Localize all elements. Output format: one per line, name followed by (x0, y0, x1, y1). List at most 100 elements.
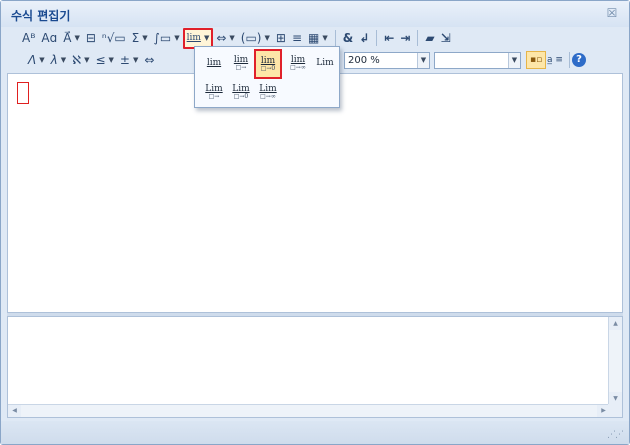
title-bar[interactable]: 수식 편집기 ☒ (1, 1, 629, 27)
text-icon: Aɑ (41, 31, 58, 45)
limit-option[interactable]: Lim □→ (201, 79, 227, 105)
script-source-area[interactable]: ▲ ▼ ◀ ▶ (7, 316, 623, 418)
horizontal-scrollbar[interactable]: ◀ ▶ (8, 404, 610, 417)
zoom-select[interactable]: 200 % ▼ (344, 51, 430, 69)
plus-minus-icon: ± (119, 53, 130, 67)
chevron-down-icon: ▼ (203, 34, 210, 42)
hebrew-button[interactable]: ℵ ▼ (69, 50, 92, 70)
align-icon: ≡ (291, 31, 302, 45)
chevron-down-icon: ▼ (229, 34, 235, 42)
root-button[interactable]: ⁿ√▭ (99, 28, 129, 48)
equation-canvas[interactable] (7, 73, 623, 313)
root-icon: ⁿ√▭ (101, 31, 126, 45)
chevron-down-icon: ▼ (60, 56, 67, 64)
status-bar: ⋰⋰ (1, 421, 629, 444)
limit-option[interactable]: Lim □→∞ (255, 79, 281, 105)
newline-icon: ↲ (359, 31, 370, 45)
window-title: 수식 편집기 (11, 9, 71, 23)
greek-lower-button[interactable]: λ ▼ (48, 50, 70, 70)
vector-icon: A⃗ (63, 31, 72, 45)
save-button[interactable]: ⇲ (438, 28, 454, 48)
aleph-icon: ℵ (72, 53, 82, 67)
chevron-down-icon[interactable]: ▼ (508, 52, 520, 68)
limit-option[interactable]: lim □→∞ (285, 50, 311, 76)
chevron-down-icon: ▼ (108, 56, 114, 64)
align-button[interactable]: ≡ (289, 28, 305, 48)
close-icon[interactable]: ☒ (605, 6, 619, 20)
sum-button[interactable]: Σ ▼ (129, 28, 151, 48)
chevron-down-icon[interactable]: ▼ (417, 52, 429, 68)
matrix-icon: ⊞ (275, 31, 286, 45)
chevron-down-icon: ▼ (84, 56, 90, 64)
limit-option[interactable]: lim □→ (228, 50, 254, 76)
limit-option-sub: □→0 (233, 92, 249, 100)
limit-icon: lim (186, 33, 201, 43)
chevron-down-icon: ▼ (264, 34, 270, 42)
vertical-scrollbar[interactable]: ▲ ▼ (608, 317, 622, 405)
chevron-down-icon: ▼ (39, 56, 45, 64)
move-left-button[interactable]: ⇤ (381, 28, 397, 48)
newline-button[interactable]: ↲ (356, 28, 372, 48)
limit-option[interactable]: Lim (312, 50, 338, 76)
limit-option-main: Lim (316, 57, 334, 68)
scroll-up-icon[interactable]: ▲ (609, 317, 622, 330)
bracket-button[interactable]: (▭) ▼ (238, 28, 273, 48)
toolbar-separator (334, 30, 336, 46)
table-icon: ▦ (308, 31, 320, 45)
double-arrow-icon: ⇔ (144, 53, 155, 67)
decoration-button[interactable]: ⇔ ▼ (213, 28, 237, 48)
ampersand-button[interactable]: & (340, 28, 356, 48)
less-equal-icon: ≤ (95, 53, 106, 67)
toolbar-separator (376, 30, 378, 46)
table-button[interactable]: ▦ ▼ (305, 28, 331, 48)
open-button[interactable]: ▰ (422, 28, 437, 48)
equation-editor-window: 수식 편집기 ☒ Aᴮ Aɑ A⃗ ▼ ⊟ ⁿ√▭ Σ ▼ ∫▭ ▼ lim ▼ ⇔ ▼ (0, 0, 630, 445)
save-icon: ⇲ (440, 31, 451, 45)
vector-button[interactable]: A⃗ ▼ (60, 28, 83, 48)
integral-icon: ∫▭ (153, 31, 172, 45)
chevron-down-icon: ▼ (174, 34, 180, 42)
scroll-left-icon[interactable]: ◀ (8, 405, 21, 417)
limit-option-sub: □→0 (260, 64, 276, 72)
help-icon: ? (572, 53, 586, 67)
folder-icon: ▰ (425, 31, 435, 45)
matrix-button[interactable]: ⊞ (273, 28, 289, 48)
bracket-icon: (▭) (240, 31, 262, 45)
arrow-button[interactable]: ⇔ (141, 50, 157, 70)
limit-option-selected[interactable]: lim □→0 (254, 49, 282, 79)
scroll-corner (608, 404, 622, 417)
chevron-down-icon: ▼ (132, 56, 139, 64)
font-style-button[interactable]: Aᴮ (19, 28, 38, 48)
operator-button[interactable]: ± ▼ (117, 50, 141, 70)
lambda-upper-icon: Λ (28, 53, 37, 67)
text-view-icon: a̲ ≡ (547, 55, 563, 65)
move-right-button[interactable]: ⇥ (397, 28, 413, 48)
limit-option[interactable]: Lim □→0 (228, 79, 254, 105)
lambda-lower-icon: λ (50, 53, 58, 67)
limit-option-sub: □→ (235, 63, 247, 71)
zoom-value: 200 % (348, 54, 380, 66)
greek-upper-button[interactable]: Λ ▼ (25, 50, 48, 70)
limit-option[interactable]: lim (201, 50, 227, 76)
toolbar-separator (417, 30, 419, 46)
decoration-icon: ⇔ (216, 31, 227, 45)
limit-option-sub: □→∞ (290, 63, 306, 71)
help-button[interactable]: ? (569, 50, 589, 70)
symbol-view-icon: ▪▫ (530, 55, 543, 65)
limit-dropdown-menu: lim lim □→ lim □→0 lim □→∞ Lim Lim □→ Li… (194, 46, 340, 108)
move-left-icon: ⇤ (384, 31, 395, 45)
limit-option-sub: □→∞ (260, 92, 276, 100)
font-select[interactable]: ▼ (434, 51, 521, 69)
integral-button[interactable]: ∫▭ ▼ (151, 28, 183, 48)
limit-option-sub: □→ (208, 92, 220, 100)
text-button[interactable]: Aɑ (38, 28, 60, 48)
fraction-button[interactable]: ⊟ (83, 28, 99, 48)
sigma-icon: Σ (131, 31, 140, 45)
chevron-down-icon: ▼ (322, 34, 328, 42)
input-placeholder-box[interactable] (17, 82, 29, 104)
relation-button[interactable]: ≤ ▼ (92, 50, 116, 70)
ampersand-icon: & (342, 31, 354, 45)
resize-grip-icon[interactable]: ⋰⋰ (607, 430, 624, 440)
text-view-toggle[interactable]: a̲ ≡ (544, 50, 566, 70)
font-style-icon: Aᴮ (22, 31, 36, 45)
